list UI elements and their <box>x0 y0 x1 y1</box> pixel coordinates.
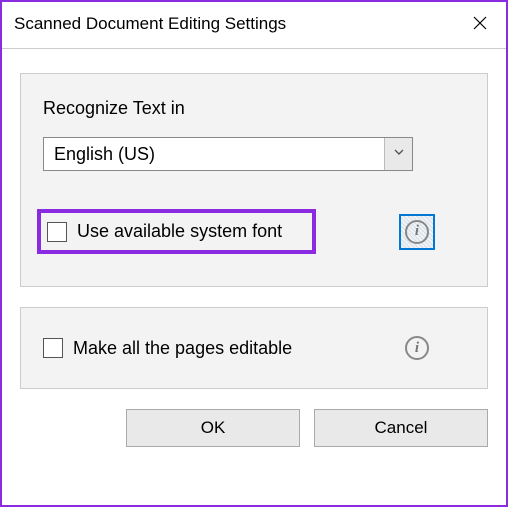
pages-panel: Make all the pages editable i <box>20 307 488 389</box>
cancel-button[interactable]: Cancel <box>314 409 488 447</box>
all-pages-info-button[interactable]: i <box>401 332 433 364</box>
chevron-down-icon <box>393 145 405 163</box>
dialog-content: Recognize Text in English (US) Use avail… <box>2 49 506 461</box>
system-font-checkbox-group[interactable]: Use available system font <box>37 209 316 254</box>
dropdown-arrow-button[interactable] <box>384 138 412 170</box>
all-pages-row: Make all the pages editable i <box>43 332 433 364</box>
recognize-panel: Recognize Text in English (US) Use avail… <box>20 73 488 287</box>
info-icon: i <box>405 336 429 360</box>
button-row: OK Cancel <box>20 409 488 447</box>
close-icon <box>473 14 487 35</box>
all-pages-checkbox[interactable] <box>43 338 63 358</box>
dialog-title: Scanned Document Editing Settings <box>14 14 286 34</box>
language-dropdown[interactable]: English (US) <box>43 137 413 171</box>
titlebar: Scanned Document Editing Settings <box>2 2 506 49</box>
dialog-window: Scanned Document Editing Settings Recogn… <box>0 0 508 507</box>
all-pages-label: Make all the pages editable <box>73 338 292 359</box>
all-pages-checkbox-group[interactable]: Make all the pages editable <box>43 338 292 359</box>
recognize-label: Recognize Text in <box>43 98 465 119</box>
system-font-row: Use available system font i <box>43 209 433 254</box>
system-font-info-button[interactable]: i <box>401 216 433 248</box>
system-font-checkbox[interactable] <box>47 222 67 242</box>
close-button[interactable] <box>466 10 494 38</box>
ok-button[interactable]: OK <box>126 409 300 447</box>
info-icon: i <box>405 220 429 244</box>
language-dropdown-value: English (US) <box>44 138 384 170</box>
system-font-label: Use available system font <box>77 221 282 242</box>
